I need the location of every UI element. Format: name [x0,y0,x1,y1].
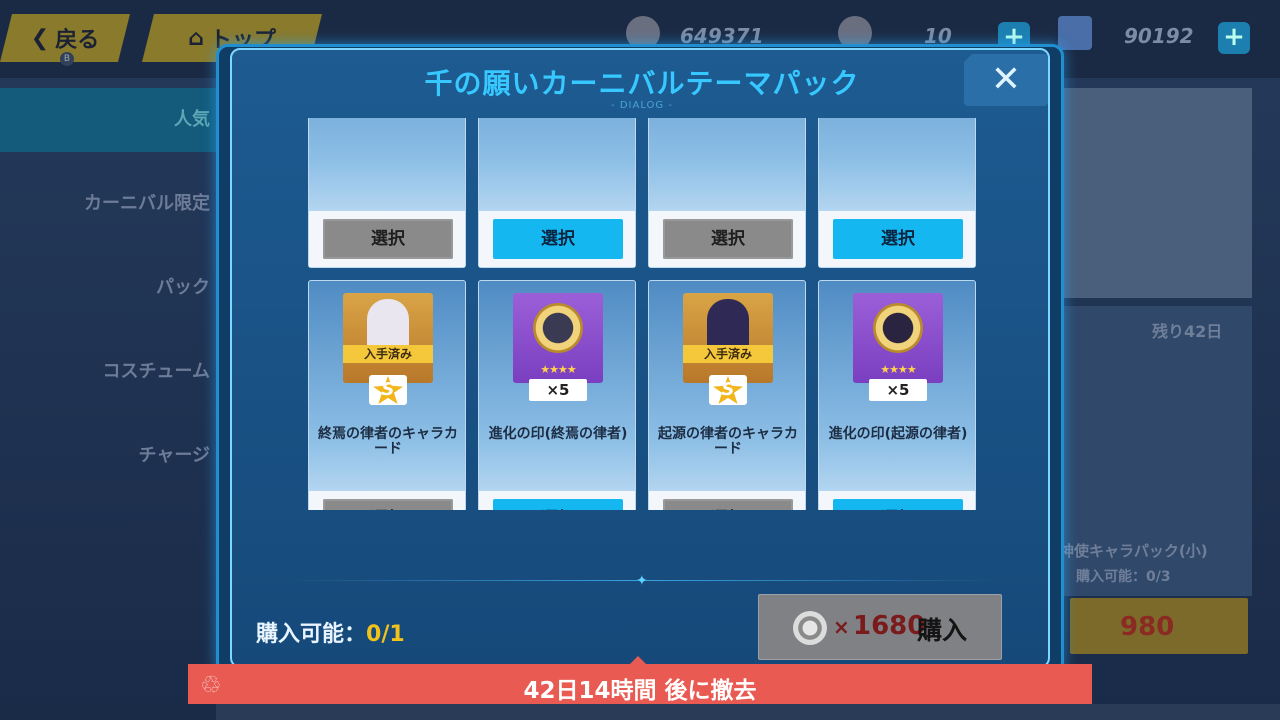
select-button[interactable]: 選択 [663,499,793,510]
character-card-thumbnail: 入手済み [683,293,773,383]
item-name: 進化の印(起源の律者) [828,426,968,442]
select-button[interactable]: 選択 [323,219,453,259]
pack-dialog: 千の願いカーニバルテーマパック - DIALOG - ✕ 選択 選択 選択 選択… [230,48,1050,668]
resource-3-value: 90192 [1124,24,1194,48]
quantity-badge: ×5 [529,379,587,401]
chevron-left-icon: ❮ [30,25,50,51]
background-price: 980 [1120,612,1175,642]
pack-item-card[interactable]: ★★★★ ×5 進化の印(終焉の律者) 選択 [478,280,636,510]
evolution-emblem-icon [533,303,583,353]
purchase-availability: 購入可能：0/1 [256,616,405,648]
quantity-badge: ×5 [869,379,927,401]
divider-diamond-icon: ✦ [636,573,648,589]
purchase-button[interactable]: × 1680 購入 [758,594,1002,660]
close-button[interactable]: ✕ [964,54,1048,106]
removal-timer-bar: ♲ 42日14時間 後に撤去 [188,656,1092,704]
pack-item-card[interactable]: 選択 [648,118,806,268]
sidebar-item-charge[interactable]: チャージ [0,424,216,488]
pack-item-card[interactable]: 入手済み S 終焉の律者のキャラカード 選択 [308,280,466,510]
shop-sidebar: 人気 カーニバル限定 パック コスチューム チャージ [0,86,216,506]
gem-currency-icon [1058,16,1092,50]
background-bottom-strip [216,704,1280,720]
sidebar-item-popular[interactable]: 人気 [0,88,216,152]
obtained-badge: 入手済み [343,345,433,363]
timer-notch [630,656,646,664]
select-button[interactable]: 選択 [493,219,623,259]
select-button[interactable]: 選択 [833,499,963,510]
sidebar-item-pack[interactable]: パック [0,256,216,320]
item-name: 起源の律者のキャラカード [658,426,798,457]
sidebar-item-carnival[interactable]: カーニバル限定 [0,172,216,236]
evolution-emblem-icon [873,303,923,353]
emblem-thumbnail: ★★★★ [513,293,603,383]
availability-value: 0/1 [366,622,405,647]
pack-item-card[interactable]: 入手済み S 起源の律者のキャラカード 選択 [648,280,806,510]
home-icon: ⌂ [188,25,204,51]
pack-item-grid[interactable]: 選択 選択 選択 選択 入手済み S 終焉の律者のキャラカード 選択 [308,118,976,510]
removal-timer-text: 42日14時間 後に撤去 [523,678,757,704]
obtained-badge: 入手済み [683,345,773,363]
s-rank-icon: S [373,376,403,404]
pack-item-card[interactable]: 選択 [478,118,636,268]
character-card-thumbnail: 入手済み [343,293,433,383]
background-pack-name: の神使キャラパック(小) [1044,542,1208,560]
rarity-stars: ★★★★ [880,363,916,376]
select-button[interactable]: 選択 [323,499,453,510]
purchase-label: 購入 [917,616,968,645]
pack-item-card[interactable]: 選択 [818,118,976,268]
select-button[interactable]: 選択 [663,219,793,259]
sidebar-item-costume[interactable]: コスチューム [0,340,216,404]
item-name: 進化の印(終焉の律者) [488,426,628,442]
select-button[interactable]: 選択 [833,219,963,259]
select-button[interactable]: 選択 [493,499,623,510]
coin-icon [793,611,827,645]
price-value: 1680 [853,611,926,641]
pack-item-card[interactable]: ★★★★ ×5 進化の印(起源の律者) 選択 [818,280,976,510]
pack-item-card[interactable]: 選択 [308,118,466,268]
add-resource-3-button[interactable]: + [1218,22,1250,54]
rarity-stars: ★★★★ [540,363,576,376]
key-hint-b: B [60,52,74,66]
s-rank-badge: S [709,375,747,405]
item-name: 終焉の律者のキャラカード [318,426,458,457]
dialog-subtitle: - DIALOG - [611,100,673,111]
background-pack-banner [1062,88,1252,298]
back-label: 戻る [55,28,100,53]
availability-label: 購入可能： [256,622,367,647]
background-remaining: 残り42日 [1152,322,1223,341]
s-rank-badge: S [369,375,407,405]
background-pack-avail: 購入可能：0/3 [1076,569,1171,585]
price-multiplier: × [833,615,850,639]
s-rank-icon: S [713,376,743,404]
emblem-thumbnail: ★★★★ [853,293,943,383]
dialog-title: 千の願いカーニバルテーマパック [424,67,860,100]
